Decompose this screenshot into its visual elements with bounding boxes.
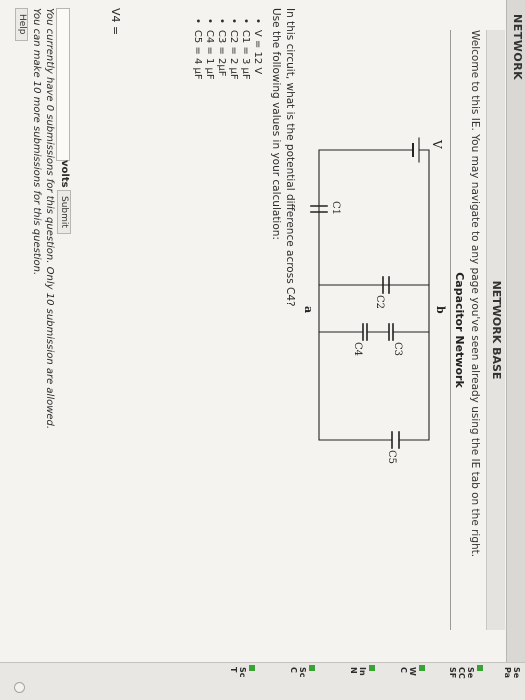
question-text: In this circuit, what is the potential d…	[269, 8, 297, 608]
wire-top	[398, 149, 430, 441]
value-v: V = 12 V	[251, 18, 263, 80]
page-header: NETWORK BASE	[486, 30, 505, 630]
label-b: b	[434, 306, 447, 314]
status-marker-icon	[249, 665, 255, 671]
label-a: a	[302, 306, 315, 313]
sidebar-item[interactable]: CC	[457, 667, 466, 679]
sidebar-item[interactable]: In	[358, 667, 367, 676]
sidebar-item[interactable]: W	[408, 667, 417, 676]
question-line-2: Use the following values in your calcula…	[270, 8, 282, 240]
value-c1: C1 = 3 μF	[239, 18, 251, 80]
scroll-knob-icon[interactable]	[14, 682, 25, 693]
answer-input[interactable]	[56, 8, 70, 161]
status-marker-icon	[419, 665, 425, 671]
sidebar-item[interactable]: T	[229, 667, 238, 672]
help-button[interactable]: Help	[15, 8, 28, 41]
units-label: volts	[59, 160, 70, 188]
sidebar-item[interactable]: Sc	[238, 667, 247, 678]
top-bar-title: NETWORK	[511, 14, 524, 81]
sidebar-item[interactable]: N	[349, 667, 358, 674]
value-c3: C3 = 2μF	[215, 18, 227, 80]
label-c4: C4	[352, 342, 363, 356]
screenshot: NETWORK NETWORK BASE Welcome to this IE.…	[0, 0, 525, 700]
label-c3: C3	[392, 342, 403, 356]
question-line-1: In this circuit, what is the potential d…	[284, 8, 296, 307]
window-top-bar: NETWORK	[506, 0, 525, 700]
submission-note-line-2: You can make 10 more submissions for thi…	[31, 8, 42, 276]
given-values-list: V = 12 V C1 = 3 μF C2 = 2 μF C3 = 2μF C4…	[191, 18, 263, 80]
label-c1: C1	[330, 201, 341, 215]
answer-label: V4 =	[109, 8, 122, 36]
sidebar-item[interactable]: Se	[466, 667, 475, 678]
value-c2: C2 = 2 μF	[227, 18, 239, 80]
sidebar-item[interactable]: Pa	[503, 667, 512, 678]
welcome-text: Welcome to this IE. You may navigate to …	[469, 30, 481, 558]
sidebar-item[interactable]: SF	[448, 667, 457, 678]
sidebar-item[interactable]: C	[289, 667, 298, 673]
submission-note: You currently have 0 submissions for thi…	[30, 8, 56, 648]
value-c5: C5 = 4 μF	[191, 18, 203, 80]
submit-button[interactable]: Submit	[57, 190, 71, 234]
page-subtitle: Capacitor Network	[453, 272, 466, 388]
ie-sidebar: Se Pa Se CC SF W C In N Sc C Sc T	[0, 662, 525, 700]
label-c5: C5	[386, 450, 397, 464]
sidebar-item[interactable]: Se	[512, 667, 521, 678]
status-marker-icon	[369, 665, 375, 671]
value-c4: C4 = 1 μF	[203, 18, 215, 80]
sidebar-item[interactable]: Sc	[298, 667, 307, 678]
label-v: V	[430, 139, 444, 149]
divider	[450, 30, 451, 630]
ie-page: NETWORK NETWORK BASE Welcome to this IE.…	[0, 0, 525, 700]
submission-note-line-1: You currently have 0 submissions for thi…	[44, 8, 55, 430]
capacitor-network-diagram: V a b C1 C2 C3 C4 C5	[302, 137, 447, 464]
status-marker-icon	[309, 665, 315, 671]
page-header-title: NETWORK BASE	[490, 280, 503, 380]
sidebar-item[interactable]: C	[399, 667, 408, 673]
status-marker-icon	[477, 665, 483, 671]
label-c2: C2	[374, 295, 385, 309]
